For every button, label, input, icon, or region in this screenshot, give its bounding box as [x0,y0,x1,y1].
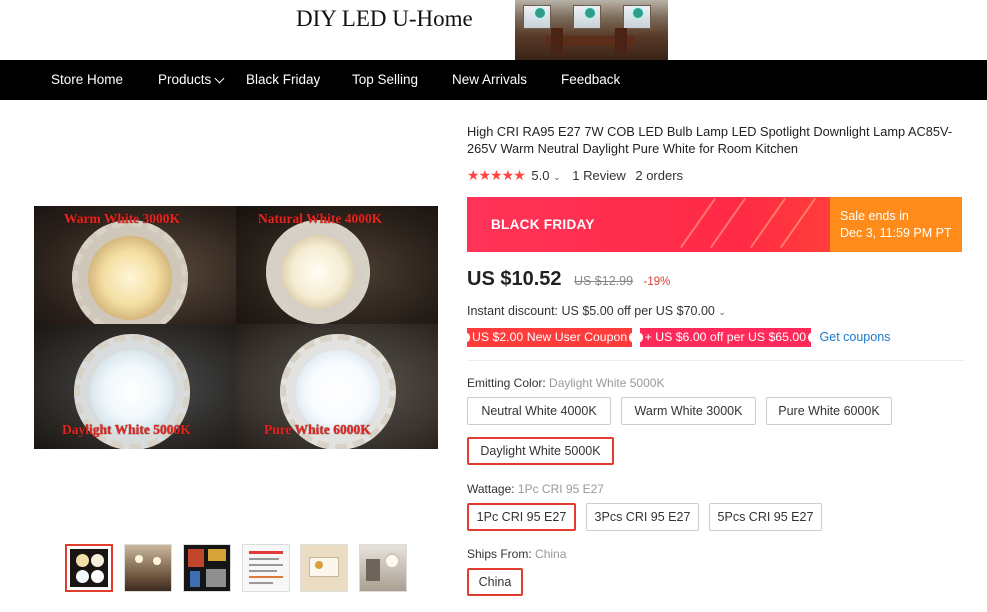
nav-top-selling[interactable]: Top Selling [352,60,418,100]
label-warm-white: Warm White 3000K [64,211,180,226]
wattage-title: Wattage: [467,482,515,496]
nav-feedback[interactable]: Feedback [561,60,620,100]
reviews-link[interactable]: 1 Review [572,168,625,183]
wattage-option-1pc[interactable]: 1Pc CRI 95 E27 [467,503,576,531]
wattage-option-3pcs[interactable]: 3Pcs CRI 95 E27 [586,503,699,531]
coupon-row: US $2.00 New User Coupon + US $6.00 off … [463,328,891,347]
current-price: US $10.52 [467,268,562,290]
chevron-down-icon: ⌄ [718,307,726,317]
thumbnail-2[interactable] [124,544,172,592]
bulb-warm [72,220,188,324]
wattage-option-5pcs[interactable]: 5Pcs CRI 95 E27 [709,503,822,531]
store-coupon[interactable]: + US $6.00 off per US $65.00 [636,328,815,347]
ships-from-title: Ships From: [467,547,532,561]
sale-ends-time: Dec 3, 11:59 PM PT [840,226,952,240]
wattage-selected: 1Pc CRI 95 E27 [517,482,604,496]
instant-discount-text: Instant discount: US $5.00 off per US $7… [467,304,715,318]
original-price: US $12.99 [573,274,634,288]
wattage-label: Wattage: 1Pc CRI 95 E27 [467,482,604,496]
instant-discount[interactable]: Instant discount: US $5.00 off per US $7… [467,304,726,318]
product-title: High CRI RA95 E27 7W COB LED Bulb Lamp L… [467,124,953,156]
label-daylight-white: Daylight White 5000K [62,422,191,437]
sale-ends-box: Sale ends in Dec 3, 11:59 PM PT [830,197,962,252]
store-nav-bar: Store Home Products Black Friday Top Sel… [0,60,987,100]
color-option-pure-white[interactable]: Pure White 6000K [766,397,892,425]
nav-new-arrivals[interactable]: New Arrivals [452,60,527,100]
image-daylight-white: Daylight White 5000K [34,324,236,449]
thumbnail-6[interactable] [359,544,407,592]
thumbnail-5[interactable] [300,544,348,592]
ships-from-option-china[interactable]: China [467,568,523,596]
color-option-daylight-white[interactable]: Daylight White 5000K [467,437,614,465]
chevron-down-icon [214,73,225,84]
chevron-down-icon: ⌄ [553,172,561,182]
emitting-color-label: Emitting Color: Daylight White 5000K [467,376,664,390]
product-main-image[interactable]: Warm White 3000K Natural White 4000K Day… [34,206,438,449]
store-banner: DIY LED U-Home [0,0,987,60]
rating-value[interactable]: 5.0 [531,168,549,183]
color-option-warm-white[interactable]: Warm White 3000K [621,397,756,425]
banner-room-image [515,0,668,60]
black-friday-banner: BLACK FRIDAY Sale ends in Dec 3, 11:59 P… [467,197,962,252]
price-row: US $10.52 US $12.99 -19% [467,268,670,294]
ships-from-label: Ships From: China [467,547,566,561]
orders-count: 2 orders [635,168,684,183]
new-user-coupon[interactable]: US $2.00 New User Coupon [463,328,636,347]
discount-percent: -19% [643,276,671,288]
nav-products[interactable]: Products [158,60,225,100]
star-icon: ★★★★★ [467,167,526,183]
label-pure-white: Pure White 6000K [264,422,371,437]
emitting-color-title: Emitting Color: [467,376,546,390]
thumbnail-1[interactable] [65,544,113,592]
nav-black-friday[interactable]: Black Friday [246,60,320,100]
store-brand-title[interactable]: DIY LED U-Home [296,6,473,32]
get-coupons-link[interactable]: Get coupons [820,330,891,344]
image-natural-white: Natural White 4000K [236,206,438,324]
image-warm-white: Warm White 3000K [34,206,236,324]
image-pure-white: Pure White 6000K [236,324,438,449]
section-divider [467,360,964,361]
thumbnail-4[interactable] [242,544,290,592]
nav-products-label: Products [158,72,212,87]
color-option-neutral-white[interactable]: Neutral White 4000K [467,397,611,425]
nav-store-home[interactable]: Store Home [51,60,123,100]
emitting-color-selected: Daylight White 5000K [549,376,665,390]
black-friday-label: BLACK FRIDAY [491,217,595,232]
bulb-natural [266,220,370,324]
rating-row: ★★★★★ 5.0 ⌄ 1 Review 2 orders [467,167,683,183]
sale-ends-label: Sale ends in [840,209,909,223]
ships-from-selected: China [535,547,567,561]
label-natural-white: Natural White 4000K [258,211,383,226]
thumbnail-3[interactable] [183,544,231,592]
